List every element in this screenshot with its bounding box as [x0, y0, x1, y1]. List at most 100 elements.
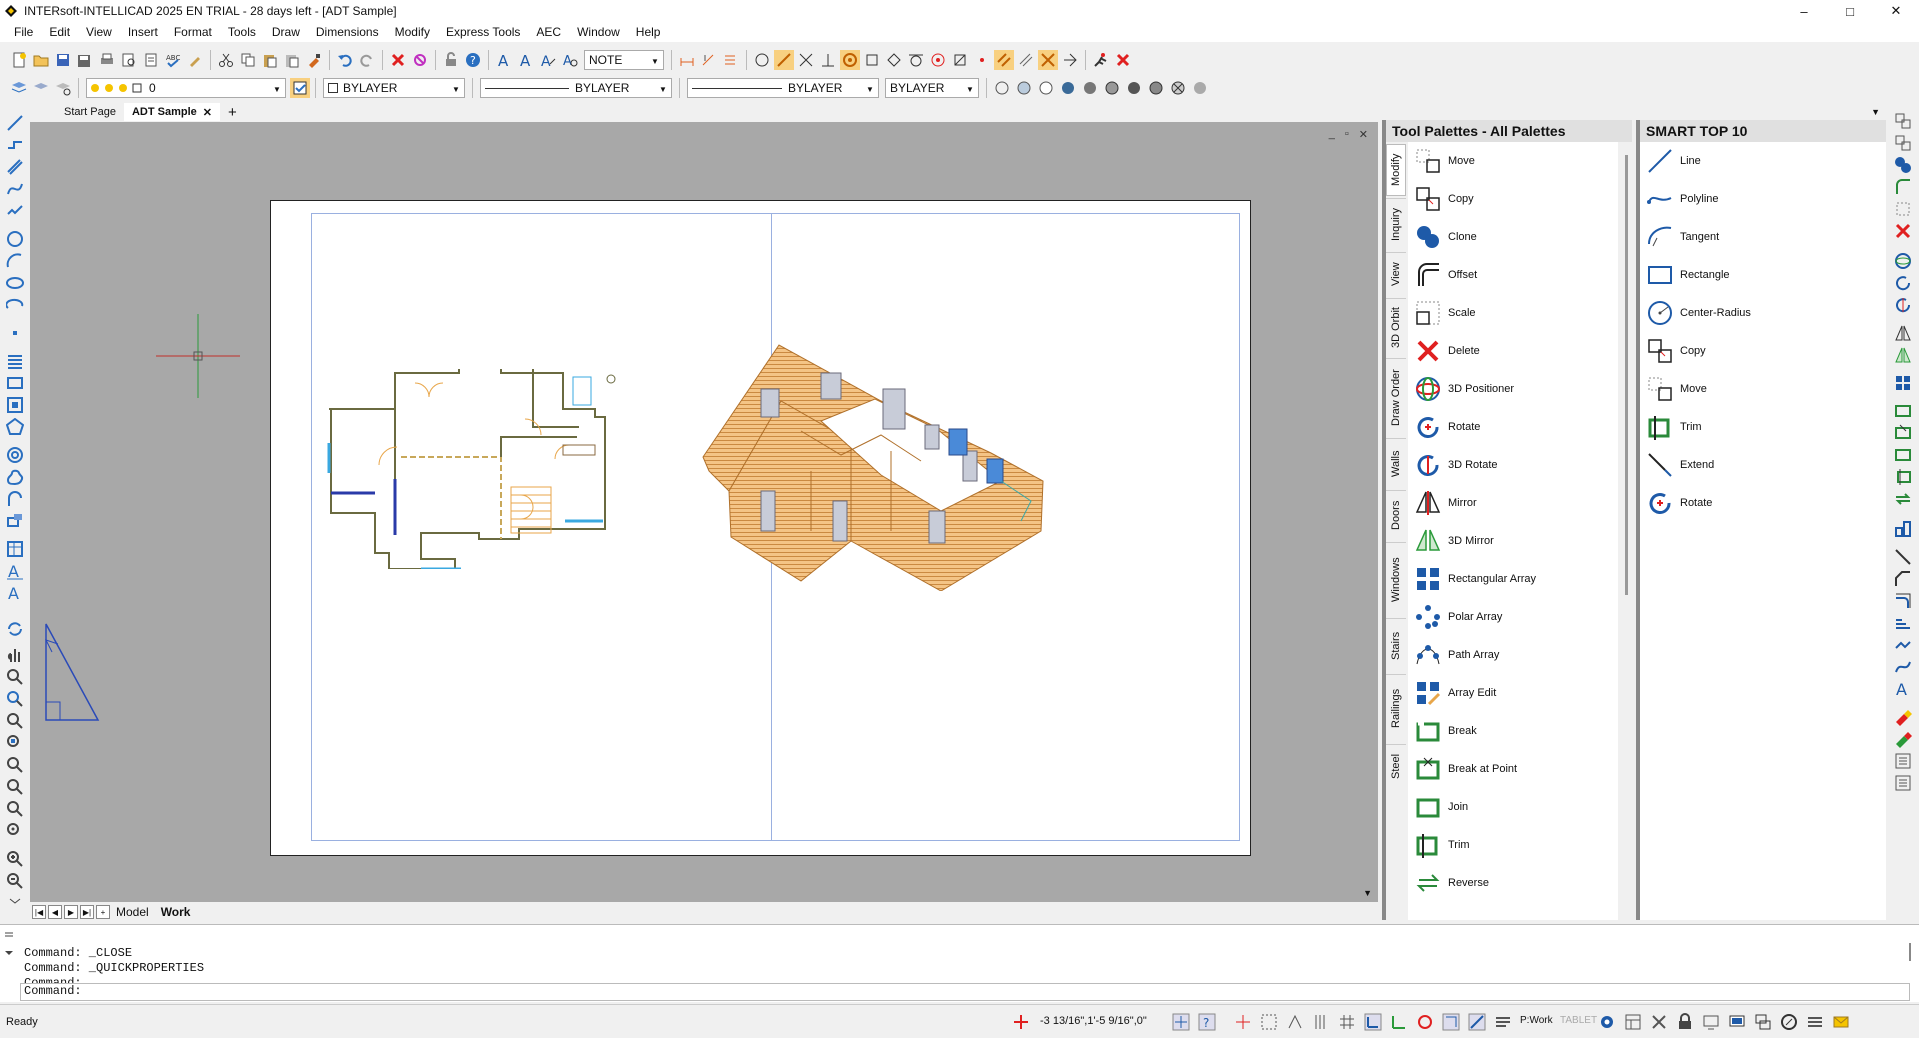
pan-icon[interactable] — [6, 646, 24, 664]
tab-inquiry[interactable]: Inquiry — [1386, 198, 1406, 250]
snap-tracking-icon[interactable] — [1442, 1013, 1460, 1031]
zoom-out-icon[interactable] — [6, 872, 24, 890]
snap-center-icon[interactable] — [840, 50, 860, 70]
break-point-tool-icon[interactable] — [1894, 424, 1912, 442]
prev-layout-icon[interactable]: ◀ — [48, 905, 62, 919]
chamfer-tool-icon[interactable] — [1894, 570, 1912, 588]
command-window-controls[interactable] — [4, 929, 14, 959]
shade-realistic-icon[interactable] — [1146, 78, 1166, 98]
scroll-down-chevron-icon[interactable]: ▼ — [1363, 888, 1372, 898]
copy-clip-icon[interactable] — [1894, 112, 1912, 130]
palette-item-delete[interactable]: Delete — [1408, 332, 1618, 370]
palette-scrollbar[interactable] — [1625, 155, 1628, 595]
plotstyle-select[interactable]: BYLAYER ▼ — [885, 78, 979, 98]
delete-tool-icon[interactable] — [1894, 222, 1912, 240]
layer-state-icon[interactable] — [31, 78, 51, 98]
smart-item-rotate[interactable]: Rotate — [1640, 484, 1886, 522]
snap-quadrant-icon[interactable] — [884, 50, 904, 70]
shade-xray-icon[interactable] — [1168, 78, 1188, 98]
drawing-minimize-icon[interactable]: _ — [1329, 128, 1335, 141]
palette-item-scale[interactable]: Scale — [1408, 294, 1618, 332]
smart-item-extend[interactable]: Extend — [1640, 446, 1886, 484]
move-tool-icon[interactable] — [1894, 134, 1912, 152]
settings-gear-icon[interactable] — [1598, 1013, 1616, 1031]
snap-mode-icon[interactable] — [1172, 1013, 1190, 1031]
cancel-icon[interactable] — [1113, 50, 1133, 70]
tab-model[interactable]: Model — [110, 905, 155, 919]
zoom-window-icon[interactable] — [6, 690, 24, 708]
menu-file[interactable]: File — [6, 25, 41, 39]
extend-tool-icon[interactable] — [1894, 548, 1912, 566]
palette-item-break-at-point[interactable]: Break at Point — [1408, 750, 1618, 788]
open-icon[interactable] — [31, 50, 51, 70]
layer-previous-icon[interactable] — [53, 78, 73, 98]
palette-item-polar-array[interactable]: Polar Array — [1408, 598, 1618, 636]
paste-special-icon[interactable] — [282, 50, 302, 70]
region-icon[interactable] — [6, 396, 24, 414]
edit-spline-tool-icon[interactable] — [1894, 658, 1912, 676]
command-input[interactable]: Command: — [20, 983, 1910, 1001]
tab-start-page[interactable]: Start Page — [56, 103, 124, 121]
lock-ui-icon[interactable] — [1676, 1013, 1694, 1031]
menu-window[interactable]: Window — [569, 25, 628, 39]
selection-cycling-icon[interactable] — [1260, 1013, 1278, 1031]
fillet-tool-icon[interactable] — [1894, 592, 1912, 610]
polyline-icon[interactable] — [6, 136, 24, 154]
new-icon[interactable] — [9, 50, 29, 70]
tab-walls[interactable]: Walls — [1386, 438, 1406, 488]
lock-icon[interactable] — [441, 50, 461, 70]
menu-view[interactable]: View — [78, 25, 120, 39]
palette-item-reverse[interactable]: Reverse — [1408, 864, 1618, 902]
palette-item-3d-mirror[interactable]: 3D Mirror — [1408, 522, 1618, 560]
block-icon[interactable] — [6, 512, 24, 530]
text-icon[interactable]: A — [6, 584, 24, 602]
palette-item-rectangular-array[interactable]: Rectangular Array — [1408, 560, 1618, 598]
make-current-layer-icon[interactable] — [290, 78, 310, 98]
properties-tool-icon[interactable] — [1894, 774, 1912, 792]
freehand-icon[interactable] — [6, 202, 24, 220]
ortho-mode-icon[interactable] — [1364, 1013, 1382, 1031]
snap-flyout-icon[interactable] — [1060, 50, 1080, 70]
delete-icon[interactable] — [388, 50, 408, 70]
color-select[interactable]: BYLAYER ▼ — [323, 78, 465, 98]
shade-flat-edges-icon[interactable] — [1102, 78, 1122, 98]
command-scrollbar[interactable] — [1909, 943, 1911, 961]
menu-help[interactable]: Help — [628, 25, 669, 39]
palette-item-offset[interactable]: Offset — [1408, 256, 1618, 294]
edit-polyline-tool-icon[interactable] — [1894, 636, 1912, 654]
tab-view[interactable]: View — [1386, 252, 1406, 296]
print-preview-icon[interactable] — [119, 50, 139, 70]
spline-icon[interactable] — [6, 180, 24, 198]
save-icon[interactable] — [53, 50, 73, 70]
tab-3d-orbit[interactable]: 3D Orbit — [1386, 298, 1406, 356]
cursor-coordinates[interactable]: -3 13/16",1'-5 9/16",0" — [1040, 1015, 1147, 1027]
menu-aec[interactable]: AEC — [528, 25, 569, 39]
save-all-icon[interactable] — [75, 50, 95, 70]
drawing-restore-icon[interactable]: ▫ — [1345, 128, 1349, 141]
mtext-icon[interactable]: A — [6, 562, 24, 580]
snap-tangent-icon[interactable] — [906, 50, 926, 70]
cut-icon[interactable] — [216, 50, 236, 70]
palette-item-mirror[interactable]: Mirror — [1408, 484, 1618, 522]
palette-item-array-edit[interactable]: Array Edit — [1408, 674, 1618, 712]
print-icon[interactable] — [97, 50, 117, 70]
dim-ordinate-icon[interactable] — [721, 50, 741, 70]
menu-insert[interactable]: Insert — [120, 25, 166, 39]
snap-apparent-icon[interactable] — [972, 50, 992, 70]
publish-icon[interactable] — [141, 50, 161, 70]
regen-icon[interactable] — [6, 620, 24, 638]
text-edit-icon[interactable]: A — [538, 50, 558, 70]
linetype-select[interactable]: BYLAYER ▼ — [480, 78, 672, 98]
customize-icon[interactable] — [1806, 1013, 1824, 1031]
shade-hidden-icon[interactable] — [1036, 78, 1056, 98]
palette-item-move[interactable]: Move — [1408, 142, 1618, 180]
quick-properties-icon[interactable] — [1312, 1013, 1330, 1031]
tab-adt-sample[interactable]: ADT Sample ✕ — [123, 103, 220, 121]
palette-item-path-array[interactable]: Path Array — [1408, 636, 1618, 674]
house-3d-model[interactable] — [701, 341, 1051, 591]
smart-item-rectangle[interactable]: Rectangle — [1640, 256, 1886, 294]
shade-gouraud-icon[interactable] — [1080, 78, 1100, 98]
circle-icon[interactable] — [6, 230, 24, 248]
tab-railings[interactable]: Railings — [1386, 674, 1406, 742]
offset-tool-icon[interactable] — [1894, 178, 1912, 196]
